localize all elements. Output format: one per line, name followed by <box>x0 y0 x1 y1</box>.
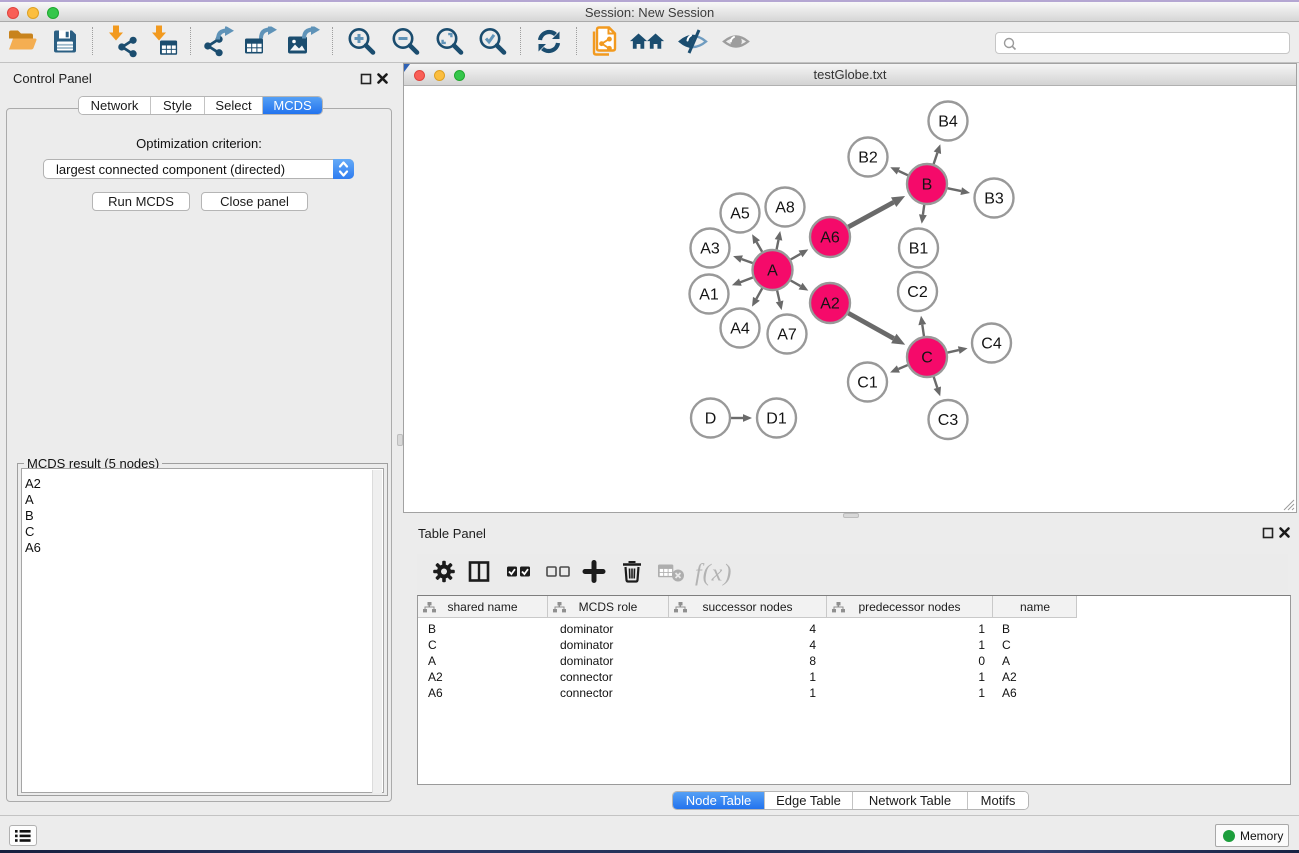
svg-text:D: D <box>705 411 717 428</box>
svg-text:A3: A3 <box>700 241 720 258</box>
svg-text:B: B <box>922 177 933 194</box>
svg-text:B2: B2 <box>858 150 878 167</box>
svg-text:A7: A7 <box>777 327 797 344</box>
svg-text:C3: C3 <box>938 412 959 429</box>
svg-text:D1: D1 <box>766 411 787 428</box>
svg-text:B1: B1 <box>909 241 929 258</box>
svg-text:C1: C1 <box>857 375 878 392</box>
svg-text:A5: A5 <box>730 206 750 223</box>
svg-text:A4: A4 <box>730 321 750 338</box>
svg-text:A2: A2 <box>820 296 840 313</box>
svg-text:A: A <box>767 263 778 280</box>
svg-text:C4: C4 <box>981 336 1002 353</box>
svg-text:A6: A6 <box>820 230 840 247</box>
svg-text:C2: C2 <box>907 284 928 301</box>
svg-text:B3: B3 <box>984 191 1004 208</box>
svg-text:C: C <box>921 350 933 367</box>
svg-text:A1: A1 <box>699 287 719 304</box>
svg-text:B4: B4 <box>938 114 958 131</box>
svg-text:A8: A8 <box>775 200 795 217</box>
